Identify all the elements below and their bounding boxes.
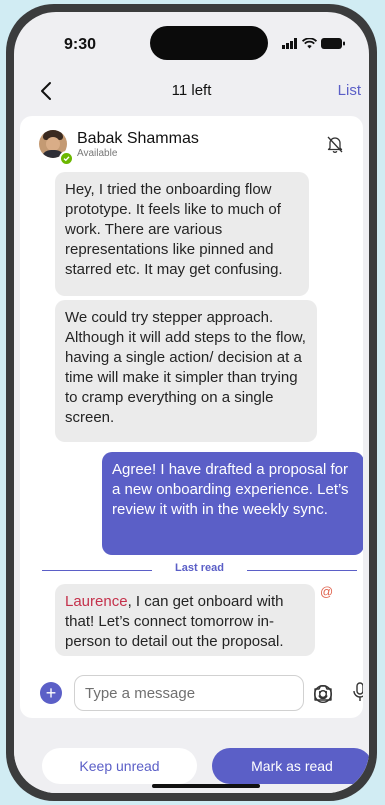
- add-button[interactable]: +: [40, 682, 62, 704]
- presence-text: Available: [77, 148, 118, 159]
- screen: 9:30 11 left List Babak Shammas Availabl…: [14, 12, 369, 793]
- sent-message-bubble[interactable]: Agree! I have drafted a proposal for a n…: [102, 452, 363, 555]
- message-bubble[interactable]: Hey, I tried the onboarding flow prototy…: [55, 172, 309, 296]
- chat-header: Babak Shammas Available: [20, 126, 363, 166]
- phone-frame: 9:30 11 left List Babak Shammas Availabl…: [6, 4, 377, 801]
- signal-icon: [282, 38, 297, 49]
- message-input-placeholder: Type a message: [85, 685, 196, 702]
- wifi-icon: [302, 38, 317, 49]
- contact-name[interactable]: Babak Shammas: [77, 130, 199, 148]
- message-bubble[interactable]: We could try stepper approach. Although …: [55, 300, 317, 442]
- composer: + Type a message: [20, 674, 363, 718]
- mute-button[interactable]: [325, 134, 345, 159]
- last-read-divider: Last read: [42, 562, 357, 578]
- camera-icon[interactable]: [312, 683, 334, 703]
- nav-title: 11 left: [171, 82, 212, 99]
- status-time: 9:30: [64, 36, 97, 53]
- last-read-label: Last read: [175, 562, 224, 574]
- dynamic-island: [150, 26, 268, 60]
- chat-card: Babak Shammas Available Hey, I tried the…: [20, 116, 363, 718]
- list-link[interactable]: List: [338, 82, 361, 99]
- add-icon: +: [45, 683, 57, 703]
- mention-message-bubble[interactable]: Laurence, I can get onboard with that! L…: [55, 584, 315, 656]
- status-bar: 9:30: [14, 12, 369, 66]
- presence-badge: [59, 151, 74, 166]
- home-indicator[interactable]: [152, 784, 260, 788]
- battery-icon: [321, 38, 345, 49]
- mention-indicator-icon: @: [320, 584, 334, 599]
- message-input[interactable]: Type a message: [74, 675, 333, 711]
- status-icons: [282, 38, 345, 49]
- nav-bar: 11 left List: [14, 74, 369, 108]
- mention-name[interactable]: Laurence: [65, 593, 128, 610]
- microphone-icon[interactable]: [350, 681, 363, 703]
- bell-off-icon: [327, 136, 343, 153]
- mark-as-read-button[interactable]: Mark as read: [212, 748, 369, 784]
- keep-unread-button[interactable]: Keep unread: [42, 748, 197, 784]
